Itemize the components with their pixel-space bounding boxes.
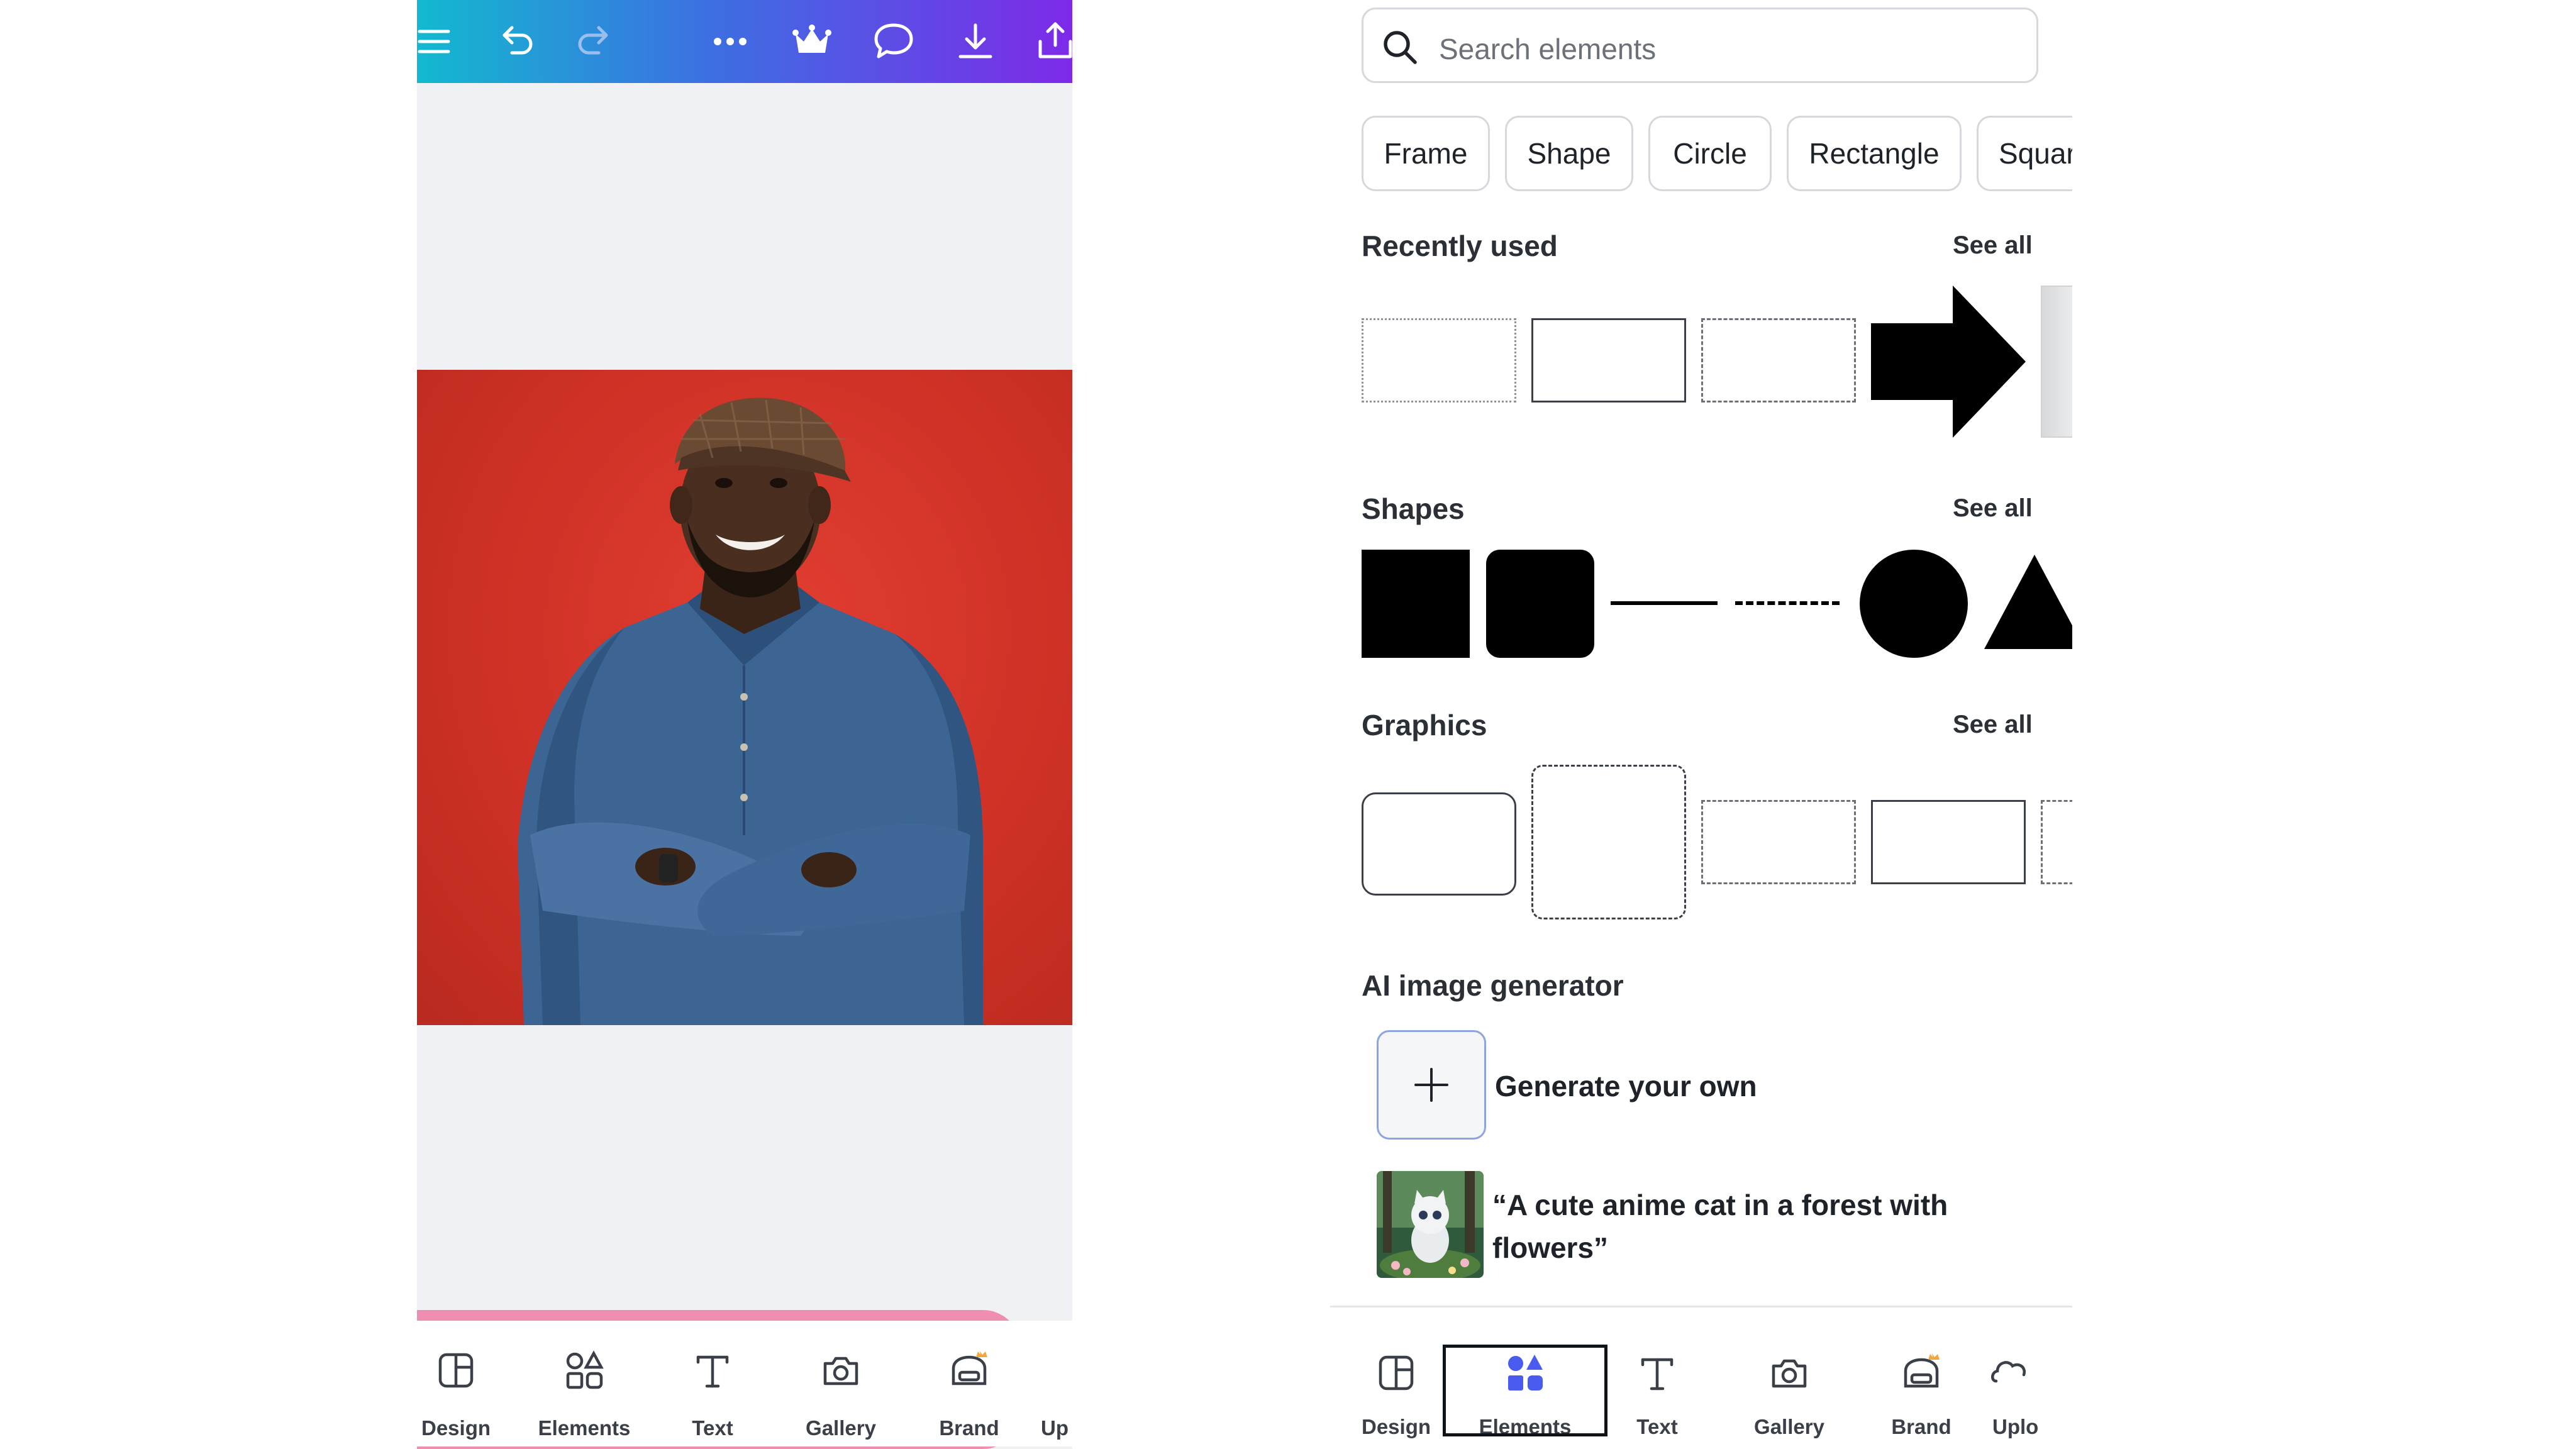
nav-text-label: Text xyxy=(1591,1415,1723,1439)
recent-arrow-shape[interactable] xyxy=(1871,286,2026,438)
graphics-see-all[interactable]: See all xyxy=(1953,711,2033,739)
undo-icon[interactable] xyxy=(491,16,541,67)
brand-icon xyxy=(1899,1351,1943,1395)
recently-used-see-all[interactable]: See all xyxy=(1953,231,2033,260)
nav-uploads[interactable]: Uplo xyxy=(1987,1321,2072,1446)
graphics-title: Graphics xyxy=(1362,708,1487,742)
share-icon[interactable] xyxy=(1030,16,1072,67)
man-portrait-image xyxy=(417,370,1072,1025)
chip-rectangle[interactable]: Rectangle xyxy=(1787,116,1962,191)
search-placeholder: Search elements xyxy=(1439,32,1656,66)
left-bottom-nav: Design Elements Text Gallery Brand xyxy=(417,1321,1072,1446)
nav-gallery-label: Gallery xyxy=(1723,1415,1855,1439)
shape-rounded-square[interactable] xyxy=(1486,550,1594,658)
nav-uploads[interactable]: Up xyxy=(1035,1321,1072,1446)
comment-icon[interactable] xyxy=(869,16,919,67)
shapes-title: Shapes xyxy=(1362,492,1465,526)
nav-brand[interactable]: Brand xyxy=(1855,1321,1987,1446)
design-icon xyxy=(1374,1351,1418,1395)
nav-text[interactable]: Text xyxy=(650,1321,775,1446)
nav-elements-label: Elements xyxy=(521,1416,647,1440)
right-bottom-nav: Design Elements Text Gallery Brand xyxy=(1330,1321,2072,1449)
nav-brand-label: Brand xyxy=(1855,1415,1987,1439)
chip-square[interactable]: Squar xyxy=(1977,116,2072,191)
ai-prompt-example[interactable]: “A cute anime cat in a forest with flowe… xyxy=(1492,1184,1996,1269)
elements-panel: Search elements Frame Shape Circle Recta… xyxy=(1330,0,2072,1449)
shape-triangle[interactable] xyxy=(1984,555,2072,649)
graphic-dashed-square-frame[interactable] xyxy=(1531,765,1686,919)
graphic-dashed-frame[interactable] xyxy=(1701,800,1856,884)
nav-elements[interactable]: Elements xyxy=(521,1321,647,1446)
nav-gallery-label: Gallery xyxy=(778,1416,904,1440)
elements-icon xyxy=(562,1348,606,1392)
graphic-dashed-frame-partial[interactable] xyxy=(2041,800,2072,884)
recently-used-title: Recently used xyxy=(1362,229,1558,263)
recent-rectangle-frame[interactable] xyxy=(1531,318,1686,402)
nav-uploads-label: Up xyxy=(1041,1416,1072,1440)
shapes-see-all[interactable]: See all xyxy=(1953,494,2033,523)
brand-icon xyxy=(947,1348,991,1392)
nav-divider xyxy=(1330,1306,2072,1307)
nav-brand-label: Brand xyxy=(906,1416,1032,1440)
crown-icon[interactable] xyxy=(787,16,837,67)
nav-gallery[interactable]: Gallery xyxy=(778,1321,904,1446)
nav-gallery[interactable]: Gallery xyxy=(1723,1321,1855,1446)
chip-shape[interactable]: Shape xyxy=(1505,116,1633,191)
nav-design-label: Design xyxy=(417,1416,519,1440)
plus-icon xyxy=(1412,1065,1451,1104)
graphic-rectangle-frame[interactable] xyxy=(1871,800,2026,884)
generate-your-own-label[interactable]: Generate your own xyxy=(1495,1069,1757,1103)
recent-dashed-frame[interactable] xyxy=(1701,318,1856,402)
menu-icon[interactable] xyxy=(417,16,462,67)
nav-text-label: Text xyxy=(650,1416,775,1440)
elements-focus-outline xyxy=(1443,1345,1607,1436)
shape-dashed-line[interactable] xyxy=(1735,601,1840,605)
nav-text[interactable]: Text xyxy=(1591,1321,1723,1446)
design-icon xyxy=(434,1348,478,1392)
uploads-icon xyxy=(1987,1351,2031,1395)
ai-generator-title: AI image generator xyxy=(1362,969,1624,1002)
nav-design[interactable]: Design xyxy=(417,1321,519,1446)
redo-icon[interactable] xyxy=(570,16,620,67)
gallery-icon xyxy=(819,1348,863,1392)
search-input[interactable]: Search elements xyxy=(1362,8,2038,83)
editor-phone-screen: Design Elements Text Gallery Brand xyxy=(417,0,1072,1449)
search-icon xyxy=(1380,27,1420,67)
shape-circle[interactable] xyxy=(1860,550,1968,658)
nav-brand[interactable]: Brand xyxy=(906,1321,1032,1446)
recent-dotted-frame[interactable] xyxy=(1362,318,1516,402)
graphic-rounded-frame[interactable] xyxy=(1362,792,1516,896)
shape-square[interactable] xyxy=(1362,550,1470,658)
download-icon[interactable] xyxy=(950,16,1001,67)
anime-cat-thumbnail[interactable] xyxy=(1377,1171,1484,1278)
more-icon[interactable] xyxy=(705,16,755,67)
canvas-photo[interactable] xyxy=(417,370,1072,1025)
gallery-icon xyxy=(1767,1351,1811,1395)
generate-plus-button[interactable] xyxy=(1377,1030,1486,1140)
chip-frame[interactable]: Frame xyxy=(1362,116,1490,191)
chip-circle[interactable]: Circle xyxy=(1648,116,1772,191)
editor-toolbar xyxy=(417,0,1072,83)
text-icon xyxy=(691,1348,735,1392)
nav-uploads-label: Uplo xyxy=(1992,1415,2072,1439)
recent-marble-texture[interactable] xyxy=(2041,286,2072,438)
shape-line[interactable] xyxy=(1611,601,1718,605)
text-icon xyxy=(1635,1351,1679,1395)
